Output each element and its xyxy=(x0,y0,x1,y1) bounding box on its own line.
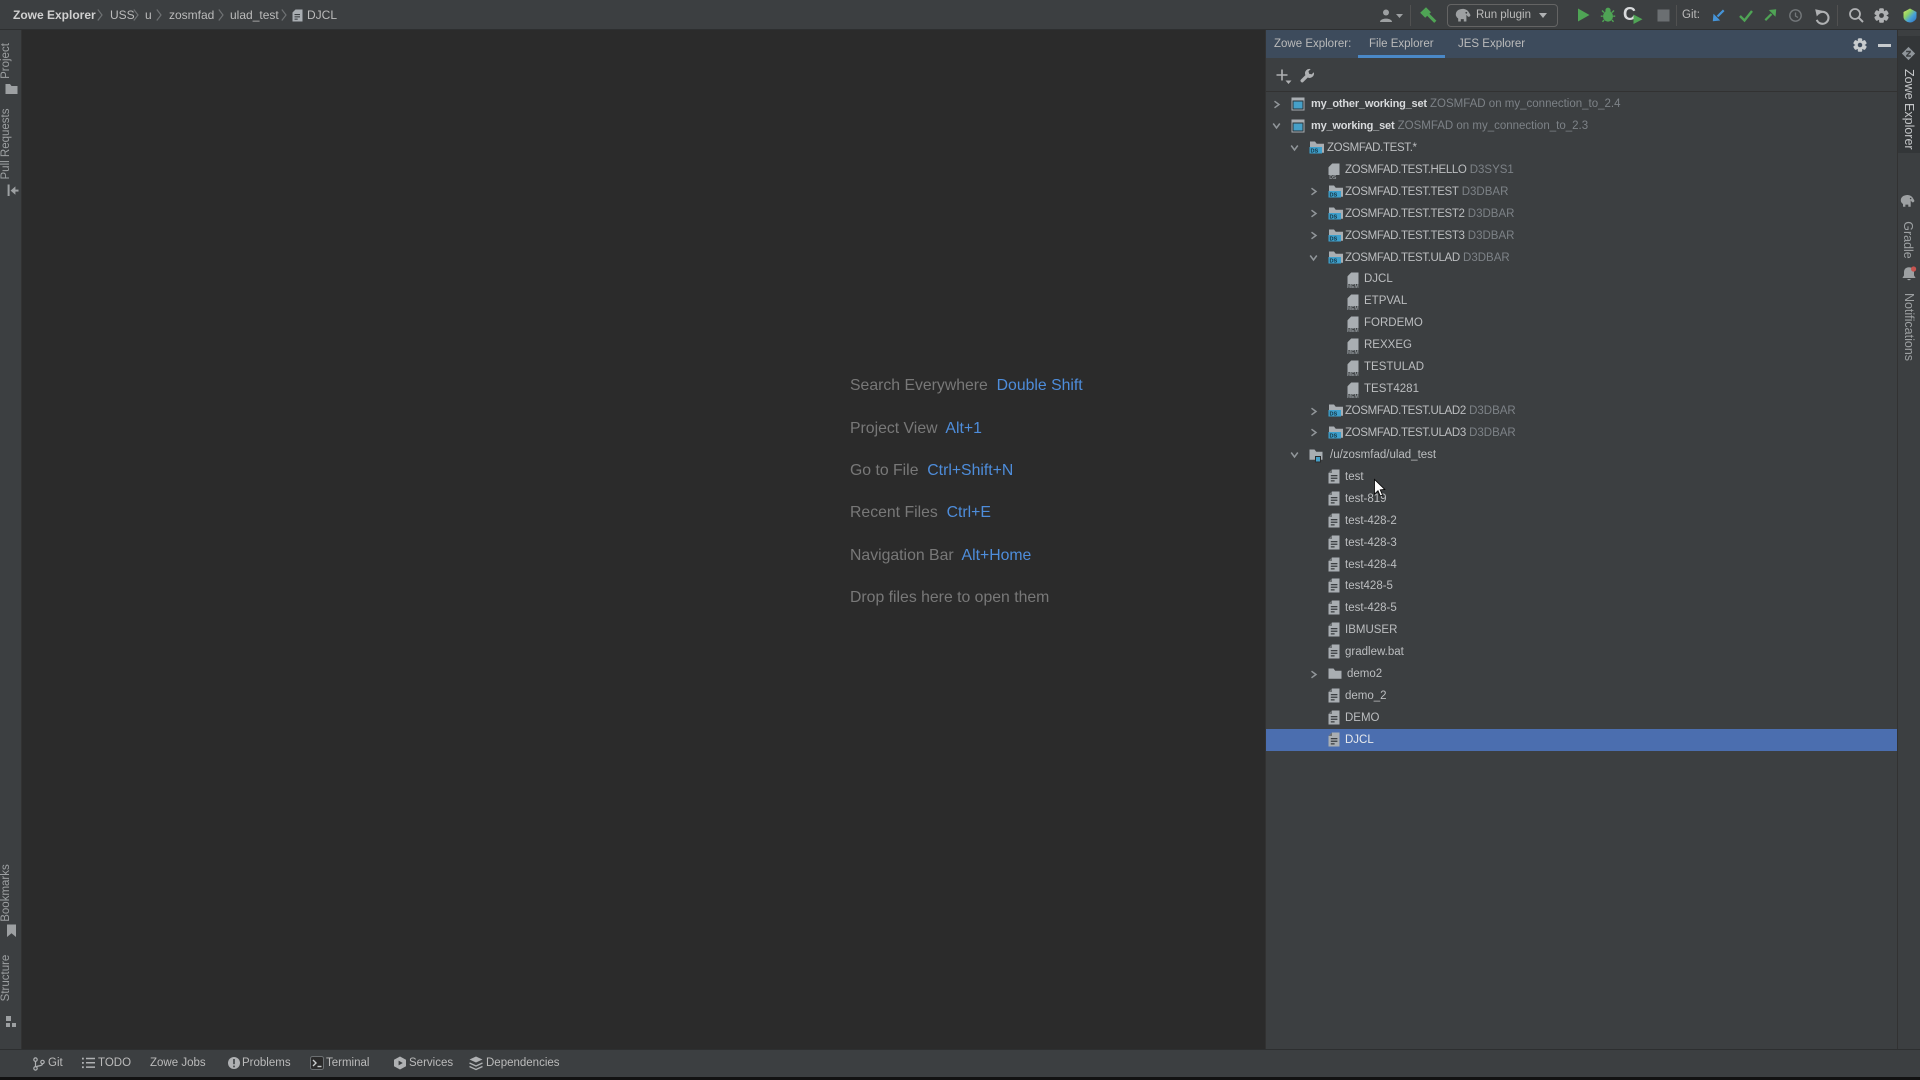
svg-text:DS: DS xyxy=(1330,236,1338,242)
svg-text:DS: DS xyxy=(1311,148,1319,154)
svg-text:DS: DS xyxy=(1330,258,1338,264)
svg-text:DS: DS xyxy=(1329,175,1337,181)
svg-text:DS: DS xyxy=(1330,214,1338,220)
svg-text:MEM: MEM xyxy=(1347,372,1359,378)
svg-text:MEM: MEM xyxy=(1347,328,1359,334)
svg-text:MEM: MEM xyxy=(1347,350,1359,356)
svg-text:MEM: MEM xyxy=(1347,306,1359,312)
svg-text:DS: DS xyxy=(1330,433,1338,439)
svg-text:DS: DS xyxy=(1330,411,1338,417)
svg-text:DS: DS xyxy=(1330,192,1338,198)
svg-text:MEM: MEM xyxy=(1347,284,1359,290)
